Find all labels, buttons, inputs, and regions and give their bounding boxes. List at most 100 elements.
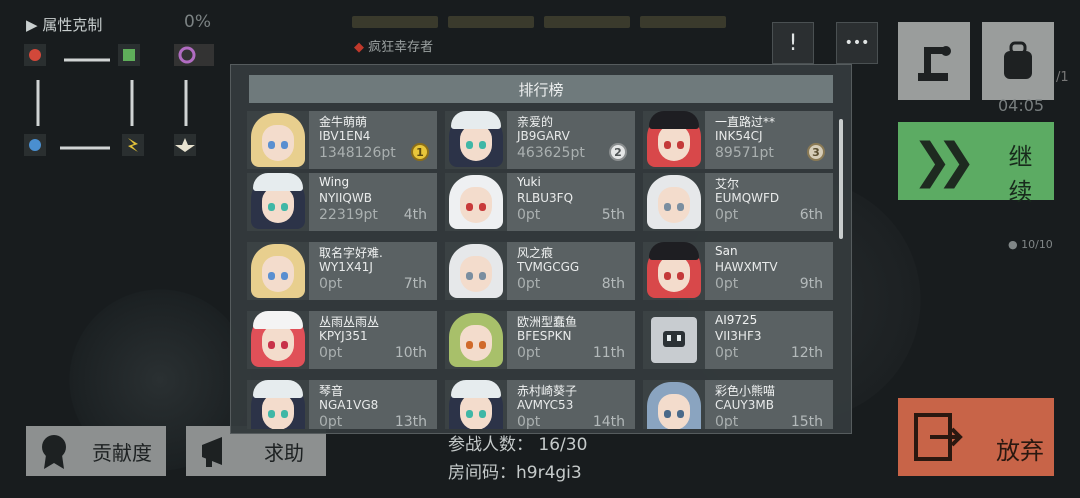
player-points: 0pt xyxy=(319,276,343,292)
avatar-eye xyxy=(281,341,288,349)
player-avatar xyxy=(247,173,309,231)
attribute-counter-text: 属性克制 xyxy=(42,16,103,34)
avatar-face xyxy=(658,394,690,429)
player-avatar xyxy=(643,173,705,231)
player-avatar xyxy=(643,311,705,369)
avatar-face xyxy=(262,187,294,223)
player-points: 0pt xyxy=(517,345,541,361)
player-rank: 11th xyxy=(592,345,625,361)
avatar-hat xyxy=(649,111,699,129)
player-name: 丛雨丛雨丛 xyxy=(319,315,380,329)
avatar-face xyxy=(658,187,690,223)
player-name: Wing xyxy=(319,175,350,189)
player-rank: 7th xyxy=(403,276,427,292)
leaderboard-entry[interactable]: Yuki RLBU3FQ 0pt 5th xyxy=(445,173,635,231)
chat-bubble-icon: ••• xyxy=(844,35,870,51)
leaderboard-entry[interactable]: 亲爱的 JB9GARV 463625pt 2 xyxy=(445,111,635,169)
alert-dot-icon: ◆ xyxy=(354,40,364,55)
backpack-icon xyxy=(1004,41,1032,79)
avatar-eye xyxy=(281,410,288,418)
leaderboard-entry[interactable]: 艾尔 EUMQWFD 0pt 6th xyxy=(643,173,833,231)
backpack-button[interactable] xyxy=(982,22,1054,100)
double-chevron-icon: ❯❯ xyxy=(912,133,977,189)
leaderboard-grid[interactable]: 金牛萌萌 IBV1EN4 1348126pt 1 亲爱的 JB9GARV 463625pt 2… xyxy=(247,111,837,429)
leaderboard-entry[interactable]: AI9725 VII3HF3 0pt 12th xyxy=(643,311,833,369)
avatar-eye xyxy=(677,410,684,418)
ratio-text: /1 xyxy=(1056,70,1069,85)
avatar-eye xyxy=(479,341,486,349)
avatar-eye xyxy=(466,410,473,418)
attribute-arrows-icon xyxy=(24,44,236,156)
avatar-eye xyxy=(466,272,473,280)
leaderboard-entry[interactable]: 赤村崎葵子 AVMYC53 0pt 14th xyxy=(445,380,635,429)
player-name: 风之痕 xyxy=(517,246,554,260)
avatar-eye xyxy=(268,410,275,418)
avatar-eye xyxy=(268,272,275,280)
player-avatar xyxy=(445,111,507,169)
player-points: 22319pt xyxy=(319,207,378,223)
leaderboard-entry[interactable]: 一直路过** INK54CJ 89571pt 3 xyxy=(643,111,833,169)
room-code: 房间码：h9r4gi3 xyxy=(448,458,582,483)
leaderboard-entry[interactable]: Wing NYIIQWB 22319pt 4th xyxy=(247,173,437,231)
player-code: JB9GARV xyxy=(517,129,570,143)
alert-button[interactable]: ! xyxy=(772,22,814,64)
player-name: 赤村崎葵子 xyxy=(517,384,578,398)
avatar-eye xyxy=(479,272,486,280)
player-avatar xyxy=(247,111,309,169)
avatar-eye xyxy=(281,141,288,149)
continue-button[interactable]: ❯❯ 继续 xyxy=(898,122,1054,206)
chat-button[interactable]: ••• xyxy=(836,22,878,64)
leaderboard-entry[interactable]: 彩色小熊喵 CAUY3MB 0pt 15th xyxy=(643,380,833,429)
exclamation-icon: ! xyxy=(788,30,798,56)
hp-bar-segment xyxy=(544,16,630,28)
player-code: VII3HF3 xyxy=(715,329,762,343)
player-name: San xyxy=(715,244,738,258)
hp-bar-segment xyxy=(352,16,438,28)
exit-icon xyxy=(914,413,963,461)
leaderboard-title: 排行榜 xyxy=(249,75,833,103)
hp-bar-segment xyxy=(448,16,534,28)
craft-button[interactable] xyxy=(898,22,970,100)
leaderboard-entry[interactable]: 琴音 NGA1VG8 0pt 13th xyxy=(247,380,437,429)
contribution-button[interactable]: 贡献度 xyxy=(26,426,166,476)
ribbon-badge-icon xyxy=(42,435,66,469)
player-points: 0pt xyxy=(517,207,541,223)
avatar-hat xyxy=(253,173,303,191)
players-value: 16/30 xyxy=(538,435,588,455)
avatar-eye xyxy=(466,203,473,211)
give-up-button[interactable]: 放弃 xyxy=(898,398,1054,476)
leaderboard-scrollbar[interactable] xyxy=(839,119,843,239)
player-points: 0pt xyxy=(715,276,739,292)
avatar-face xyxy=(460,325,492,361)
leaderboard-entry[interactable]: 金牛萌萌 IBV1EN4 1348126pt 1 xyxy=(247,111,437,169)
leaderboard-entry[interactable]: 取名字好难. WY1X41J 0pt 7th xyxy=(247,242,437,300)
avatar-hat xyxy=(451,380,501,398)
player-avatar xyxy=(445,380,507,429)
leaderboard-entry[interactable]: 欧洲型蠢鱼 BFESPKN 0pt 11th xyxy=(445,311,635,369)
attribute-counter-label[interactable]: ▶ 属性克制 xyxy=(26,14,102,35)
player-rank: 10th xyxy=(394,345,427,361)
player-code: NGA1VG8 xyxy=(319,398,379,412)
player-name: 金牛萌萌 xyxy=(319,115,368,129)
leaderboard-entry[interactable]: 丛雨丛雨丛 KPYJ351 0pt 10th xyxy=(247,311,437,369)
player-code: WY1X41J xyxy=(319,260,373,274)
room-code-label: 房间码： xyxy=(448,463,516,483)
player-name: 艾尔 xyxy=(715,177,740,191)
player-avatar xyxy=(643,111,705,169)
room-code-value: h9r4gi3 xyxy=(516,463,582,483)
avatar-eye xyxy=(268,203,275,211)
avatar-eye xyxy=(479,410,486,418)
avatar-face xyxy=(460,394,492,429)
leaderboard-entry[interactable]: 风之痕 TVMGCGG 0pt 8th xyxy=(445,242,635,300)
count-value: 10/10 xyxy=(1021,238,1053,251)
avatar-hat xyxy=(451,111,501,129)
leaderboard-entry[interactable]: San HAWXMTV 0pt 9th xyxy=(643,242,833,300)
avatar-hat xyxy=(649,242,699,260)
avatar-face xyxy=(460,125,492,161)
avatar-eye xyxy=(281,203,288,211)
player-avatar xyxy=(247,242,309,300)
attribute-wheel xyxy=(24,40,236,160)
player-points: 0pt xyxy=(715,345,739,361)
player-points: 0pt xyxy=(517,414,541,429)
avatar-face xyxy=(262,325,294,361)
